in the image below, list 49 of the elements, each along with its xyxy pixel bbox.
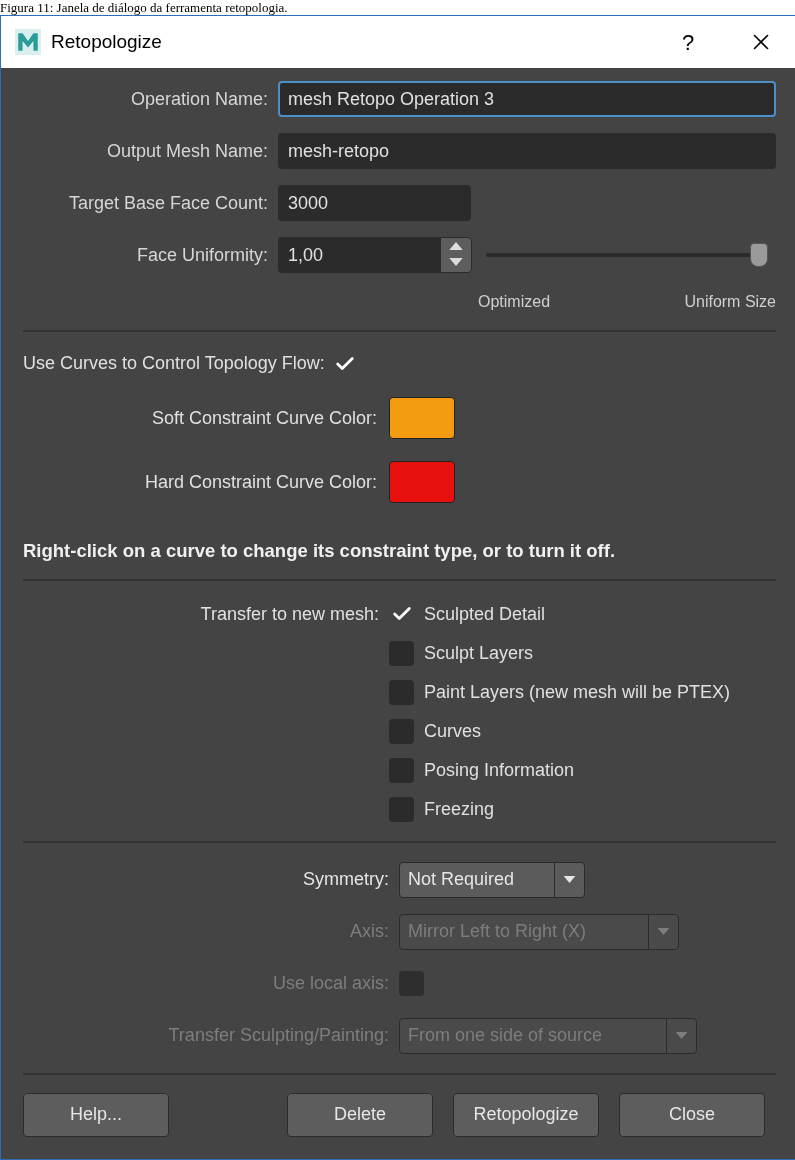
curves-label: Use Curves to Control Topology Flow: (23, 352, 325, 375)
dialog-button[interactable]: Delete (287, 1092, 433, 1137)
hint-text: Right-click on a curve to change its constraint type, or to turn it off. (23, 539, 617, 563)
setting-label: Axis: (349, 920, 390, 944)
up-arrow-icon (449, 242, 463, 250)
help-button[interactable]: ? (668, 25, 708, 59)
caret-icon (657, 928, 670, 936)
checkbox[interactable] (389, 757, 414, 783)
app-logo-icon (15, 29, 41, 55)
option-label: Sculpt Layers (424, 641, 534, 665)
dialog-button[interactable]: Retopologize (453, 1092, 599, 1137)
setting-label: Transfer Sculpting/Painting: (167, 1024, 390, 1048)
number-field[interactable]: 1,00 (278, 237, 440, 273)
text-field[interactable]: 3000 (278, 185, 471, 221)
dialog-button[interactable]: Close (619, 1092, 765, 1137)
transfer-label: Transfer to new mesh: (199, 602, 380, 626)
option-label: Sculpted Detail (424, 602, 546, 626)
checkbox[interactable] (389, 679, 414, 705)
option-label: Paint Layers (new mesh will be PTEX) (424, 680, 731, 704)
caret-icon (563, 876, 576, 884)
checkbox[interactable] (389, 718, 414, 744)
caption: Figura 11: Janela de diálogo da ferramenta retopologia. (0, 0, 289, 15)
window-title: Retopologize (51, 29, 163, 54)
option-label: Freezing (424, 797, 495, 821)
color-label: Soft Constraint Curve Color: (150, 406, 378, 430)
down-arrow-icon (449, 258, 463, 266)
color-label: Hard Constraint Curve Color: (143, 470, 378, 494)
option-label: Posing Information (424, 758, 575, 782)
dialog-button[interactable]: Help... (23, 1092, 169, 1137)
text-field[interactable]: mesh Retopo Operation 3 (278, 81, 776, 117)
slider-thumb[interactable] (750, 243, 768, 267)
slider-min-label: Optimized (478, 292, 551, 312)
color-swatch[interactable] (389, 397, 455, 439)
dropdown[interactable]: Not Required (399, 861, 585, 898)
field-label: Output Mesh Name: (105, 139, 269, 163)
option-label: Curves (424, 719, 481, 743)
setting-label: Symmetry: (302, 868, 390, 892)
caret-icon (675, 1032, 688, 1040)
text-field[interactable]: mesh-retopo (278, 133, 776, 169)
setting-label: Use local axis: (271, 972, 390, 996)
field-label: Operation Name: (129, 87, 269, 111)
field-label: Face Uniformity: (135, 243, 269, 267)
field-label: Target Base Face Count: (67, 191, 269, 215)
slider-max-label: Uniform Size (684, 292, 776, 312)
spin-buttons[interactable] (440, 237, 472, 273)
checkbox[interactable] (389, 640, 414, 666)
checkbox[interactable] (389, 796, 414, 822)
slider[interactable] (486, 242, 768, 268)
color-swatch[interactable] (389, 461, 455, 503)
